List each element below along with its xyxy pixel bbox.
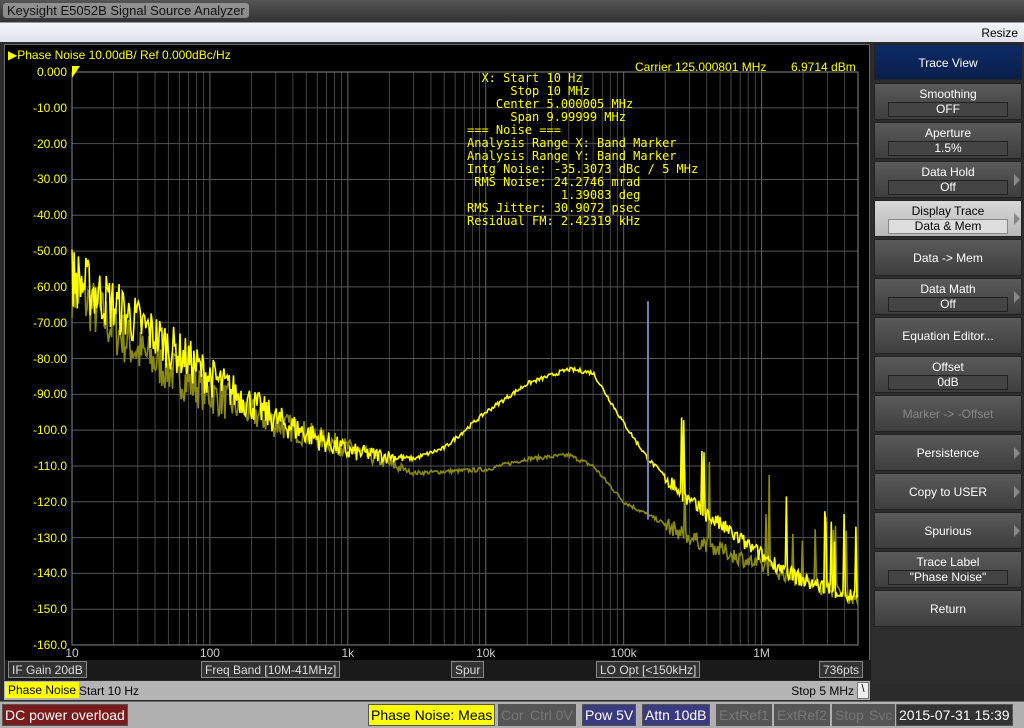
submenu-arrow-icon bbox=[1014, 447, 1020, 459]
softkey-label: Marker -> -Offset bbox=[902, 407, 994, 421]
softkey-persistence[interactable]: Persistence bbox=[874, 434, 1022, 471]
trace-name-badge[interactable]: Phase Noise bbox=[5, 682, 80, 698]
extref2-status: ExtRef2 bbox=[774, 704, 830, 726]
start-frequency: Start 10 Hz bbox=[79, 684, 140, 698]
measurement-status: Phase Noise: Meas bbox=[368, 704, 496, 726]
submenu-arrow-icon bbox=[1014, 174, 1020, 186]
softkey-label: Equation Editor... bbox=[902, 329, 994, 343]
ctrl-status: Ctrl 0V bbox=[527, 704, 576, 726]
submenu-arrow-icon bbox=[1014, 213, 1020, 225]
softkey-label: Display Trace bbox=[911, 204, 985, 218]
stop-frequency: Stop 5 MHz bbox=[791, 684, 854, 698]
measurement-screen: ▶Phase Noise 10.00dB/ Ref 0.000dBc/Hz Ca… bbox=[4, 44, 871, 680]
spur-chip[interactable]: Spur bbox=[451, 661, 485, 678]
softkey-return[interactable]: Return bbox=[874, 590, 1022, 627]
points-chip[interactable]: 736pts bbox=[819, 661, 864, 678]
softkey-label: Return bbox=[929, 602, 967, 616]
lo-opt-chip[interactable]: LO Opt [<150kHz] bbox=[596, 661, 701, 678]
cor-status: Cor bbox=[498, 704, 527, 726]
softkey-label: Trace Label bbox=[916, 555, 980, 569]
softkey-value: 0dB bbox=[888, 375, 1008, 390]
phase-noise-plot bbox=[71, 66, 859, 646]
softkey-value: Data & Mem bbox=[888, 219, 1008, 234]
softkey-value: Off bbox=[888, 297, 1008, 312]
softkey-equation-editor[interactable]: Equation Editor... bbox=[874, 317, 1022, 354]
date-time: 2015-07-31 15:39 bbox=[896, 704, 1013, 726]
softkey-panel: Trace View Smoothing OFF Aperture 1.5% Data H… bbox=[872, 44, 1024, 684]
softkey-value: Off bbox=[888, 180, 1008, 195]
softkey-data-hold[interactable]: Data Hold Off bbox=[874, 161, 1022, 198]
sweep-indicator: \ bbox=[857, 682, 869, 699]
attn-status: Attn 10dB bbox=[642, 704, 710, 726]
softkey-label: Persistence bbox=[916, 446, 980, 460]
softkey-value: "Phase Noise" bbox=[888, 570, 1008, 585]
softkey-display-trace[interactable]: Display Trace Data & Mem bbox=[874, 200, 1022, 237]
channel-status-bar: Phase Noise Start 10 Hz Stop 5 MHz \ bbox=[4, 681, 870, 700]
svc-status: Svc bbox=[866, 704, 896, 726]
resize-button[interactable]: Resize bbox=[981, 26, 1018, 40]
submenu-arrow-icon bbox=[1014, 525, 1020, 537]
analysis-annotation: X: Start 10 Hz Stop 10 MHz Center 5.0000… bbox=[467, 72, 698, 228]
softkey-data-mem[interactable]: Data -> Mem bbox=[874, 239, 1022, 276]
softkey-label: Smoothing bbox=[919, 87, 977, 101]
softkey-trace-label[interactable]: Trace Label "Phase Noise" bbox=[874, 551, 1022, 588]
softkey-label: Spurious bbox=[924, 524, 972, 538]
softkey-label: Aperture bbox=[924, 126, 972, 140]
menu-bar: Resize bbox=[0, 22, 1024, 42]
softkey-offset[interactable]: Offset 0dB bbox=[874, 356, 1022, 393]
softkey-spurious[interactable]: Spurious bbox=[874, 512, 1022, 549]
softkey-aperture[interactable]: Aperture 1.5% bbox=[874, 122, 1022, 159]
extref1-status: ExtRef1 bbox=[716, 704, 772, 726]
settings-chips: IF Gain 20dB Freq Band [10M-41MHz] Spur … bbox=[5, 660, 871, 680]
softkey-trace-view[interactable]: Trace View bbox=[874, 44, 1022, 80]
title-bar: Keysight E5052B Signal Source Analyzer bbox=[0, 0, 1024, 22]
instrument-status-bar: DC power overload Phase Noise: Meas Cor … bbox=[0, 701, 1024, 728]
softkey-label: Offset bbox=[932, 360, 964, 374]
softkey-label: Trace View bbox=[918, 56, 978, 70]
softkey-value: OFF bbox=[888, 102, 1008, 117]
softkey-label: Data Math bbox=[920, 282, 976, 296]
submenu-arrow-icon bbox=[1014, 291, 1020, 303]
softkey-marker-offset[interactable]: Marker -> -Offset bbox=[874, 395, 1022, 432]
if-gain-chip[interactable]: IF Gain 20dB bbox=[8, 661, 87, 678]
softkey-label: Copy to USER bbox=[908, 485, 988, 499]
submenu-arrow-icon bbox=[1014, 486, 1020, 498]
softkey-data-math[interactable]: Data Math Off bbox=[874, 278, 1022, 315]
softkey-smoothing[interactable]: Smoothing OFF bbox=[874, 83, 1022, 120]
stop-status: Stop bbox=[832, 704, 867, 726]
freq-band-chip[interactable]: Freq Band [10M-41MHz] bbox=[201, 661, 341, 678]
error-message: DC power overload bbox=[2, 704, 128, 726]
window-title: Keysight E5052B Signal Source Analyzer bbox=[3, 3, 249, 18]
softkey-copy-to-user[interactable]: Copy to USER bbox=[874, 473, 1022, 510]
softkey-label: Data Hold bbox=[921, 165, 975, 179]
annotation-line: Residual FM: 2.42319 kHz bbox=[467, 214, 641, 228]
pow-status: Pow 5V bbox=[582, 704, 637, 726]
softkey-value: 1.5% bbox=[888, 141, 1008, 156]
softkey-label: Data -> Mem bbox=[913, 251, 983, 265]
